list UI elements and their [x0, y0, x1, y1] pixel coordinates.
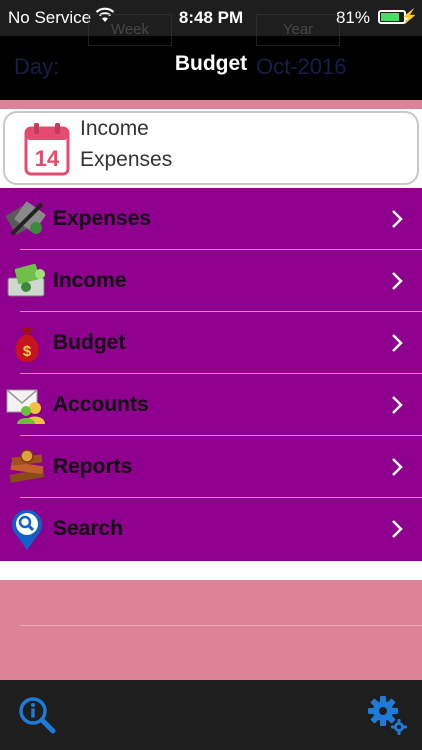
menu-item-search[interactable]: Search	[0, 498, 422, 560]
chevron-right-icon	[392, 334, 403, 352]
charging-bolt-icon: ⚡	[400, 8, 418, 24]
search-pin-icon	[12, 509, 43, 550]
battery-percent: 81%	[335, 8, 370, 27]
chevron-right-icon	[392, 520, 403, 538]
page-title: Budget	[174, 52, 248, 75]
menu-item-label: Search	[53, 517, 124, 540]
status-bar: No Service 8:48 PM 81% ⚡	[0, 0, 422, 36]
chevron-right-icon	[392, 396, 403, 414]
svg-text:$: $	[23, 343, 32, 360]
pink-strip	[0, 100, 422, 109]
ghost-tab-week: Week	[88, 14, 172, 46]
header-income-label: Income	[80, 117, 149, 140]
money-bag-icon: $	[15, 328, 39, 362]
accounts-icon	[6, 389, 45, 424]
white-divider-strip	[0, 561, 422, 580]
income-icon	[7, 263, 45, 297]
menu-item-label: Reports	[53, 455, 133, 478]
ghost-tab-year: Year	[256, 14, 340, 46]
menu-item-label: Accounts	[53, 393, 149, 416]
chevron-right-icon	[392, 272, 403, 290]
menu-item-label: Budget	[53, 331, 126, 354]
expenses-icon	[6, 201, 46, 236]
pink-footer-area	[0, 580, 422, 680]
menu-item-label: Income	[53, 269, 127, 292]
bottom-toolbar	[0, 680, 422, 750]
settings-gear-icon[interactable]	[366, 694, 408, 736]
menu-item-income[interactable]: Income	[0, 250, 422, 312]
menu-item-accounts[interactable]: Accounts	[0, 374, 422, 436]
reports-icon	[9, 449, 45, 483]
calendar-day-number: 14	[35, 146, 60, 171]
main-menu: Expenses Income $ Budget Accounts Report…	[0, 188, 422, 561]
menu-item-reports[interactable]: Reports	[0, 436, 422, 498]
menu-item-budget[interactable]: $ Budget	[0, 312, 422, 374]
calendar-icon: 14	[24, 123, 70, 176]
header-expenses-label: Expenses	[80, 148, 173, 171]
chevron-right-icon	[392, 458, 403, 476]
menu-item-label: Expenses	[53, 207, 152, 230]
battery-fill	[381, 13, 399, 21]
row-separator	[20, 625, 422, 626]
info-search-icon[interactable]	[18, 696, 56, 734]
menu-item-expenses[interactable]: Expenses	[0, 188, 422, 250]
chevron-right-icon	[392, 210, 403, 228]
